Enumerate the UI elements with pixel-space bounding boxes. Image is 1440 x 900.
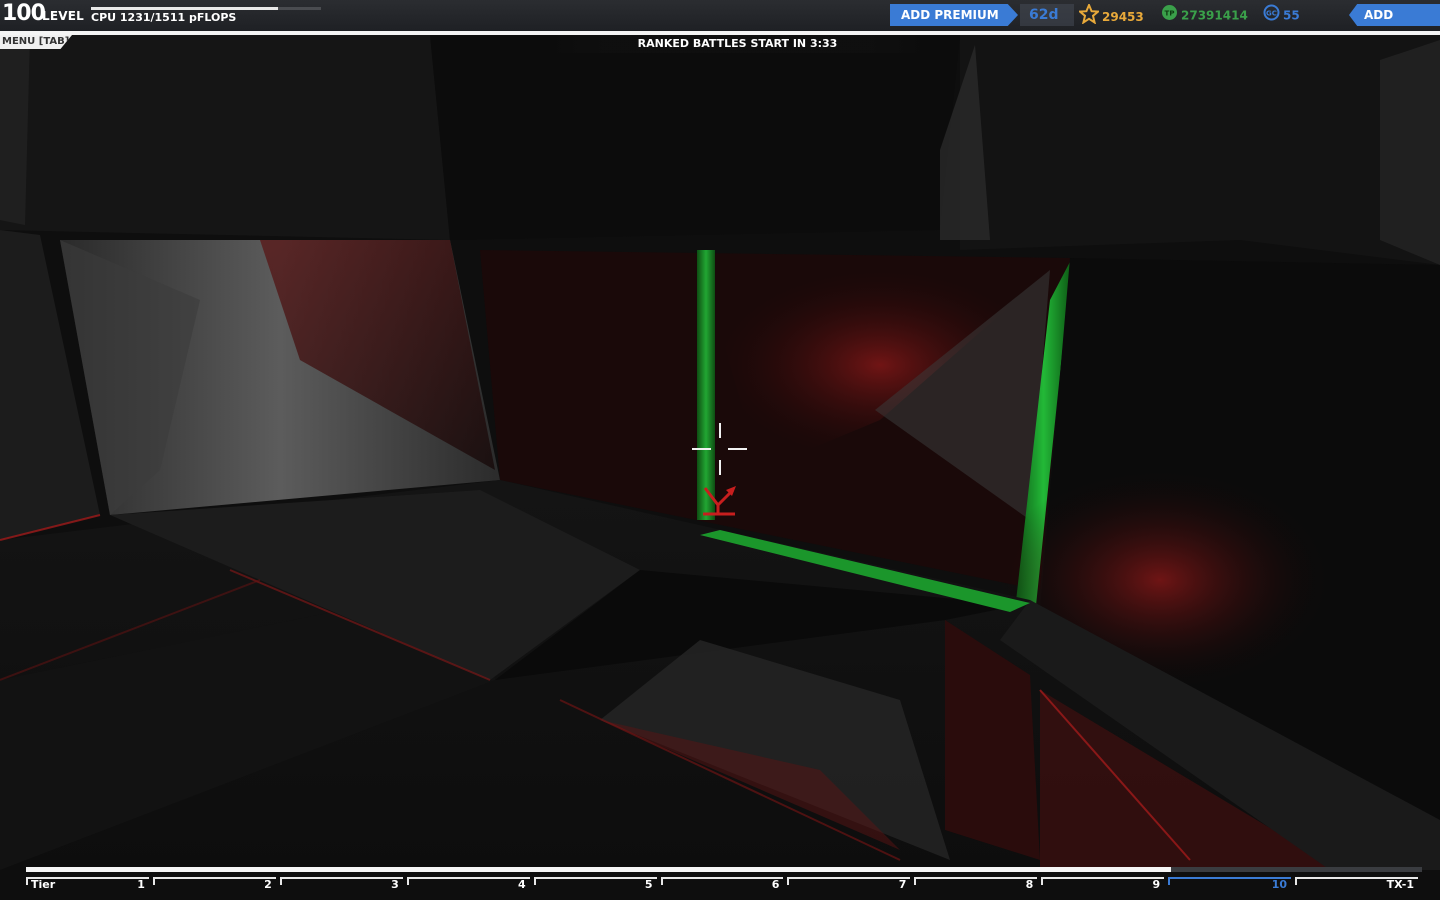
tier-number: 9 [1152, 878, 1161, 891]
galaxy-coins-icon: GC [1263, 4, 1280, 28]
crosshair-left [692, 448, 711, 450]
tier-bracket [152, 877, 276, 885]
tier-bracket [787, 877, 911, 885]
tier-segment-1: Tier 1 [26, 877, 149, 891]
galaxy-coins-balance: GC 55 [1263, 4, 1300, 26]
tier-number: 4 [517, 878, 526, 891]
crosshair [692, 423, 748, 475]
tier-segment-5: 5 [533, 877, 657, 891]
direction-marker-icon [703, 486, 736, 516]
player-level-number: 100 [2, 1, 46, 26]
cpu-readout: CPU 1231/1511 pFLOPS [91, 11, 237, 24]
svg-text:TP: TP [1165, 10, 1175, 18]
tier-segment-7: 7 [787, 877, 911, 891]
cpu-progress-fill [91, 7, 279, 10]
tier-segment-3: 3 [279, 877, 403, 891]
tier-bracket [1041, 877, 1165, 885]
ranked-battles-banner: RANKED BATTLES START IN 3:33 [545, 35, 930, 53]
add-funds-button[interactable]: ADD FUNDS [1349, 4, 1440, 26]
crosshair-bottom [719, 460, 721, 475]
tier-segment-10: 10 [1168, 877, 1292, 891]
top-bar: 100 LEVEL CPU 1231/1511 pFLOPS ADD PREMI… [0, 0, 1440, 32]
tier-number: 7 [898, 878, 907, 891]
cpu-progress-bar [91, 7, 321, 10]
tier-bracket [279, 877, 403, 885]
tier-segment-9: 9 [1041, 877, 1165, 891]
robits-value: 29453 [1102, 10, 1144, 24]
add-premium-button[interactable]: ADD PREMIUM [890, 4, 1018, 26]
tier-number: 6 [771, 878, 780, 891]
tier-segment-2: 2 [152, 877, 276, 891]
galaxy-coins-value: 55 [1283, 8, 1300, 23]
robits-icon [1077, 2, 1101, 31]
tier-number: 3 [391, 878, 399, 891]
tier-number: 2 [264, 878, 272, 891]
player-level-label: LEVEL [42, 9, 84, 23]
tier-segment-4: 4 [406, 877, 530, 891]
tier-bracket [660, 877, 784, 885]
premium-days-remaining: 62d [1020, 4, 1074, 26]
crosshair-top [719, 423, 721, 438]
tier-progress-bar: Tier 1 2 3 4 5 6 7 8 9 10 TX-1 [26, 867, 1422, 900]
tier-label: Tier [31, 878, 56, 891]
tier-segment-8: 8 [914, 877, 1038, 891]
tier-number: 8 [1025, 878, 1034, 891]
tier-progress-fill [26, 867, 1171, 872]
svg-text:GC: GC [1266, 10, 1277, 18]
tech-points-balance: TP 27391414 [1161, 4, 1248, 26]
crosshair-right [728, 448, 747, 450]
tier-progress-track [26, 867, 1422, 872]
tech-points-icon: TP [1161, 4, 1178, 28]
tier-bracket [406, 877, 530, 885]
tier-number: 5 [644, 878, 653, 891]
tier-bracket [533, 877, 657, 885]
tier-number: TX-1 [1386, 878, 1414, 891]
tier-segment-6: 6 [660, 877, 784, 891]
tech-points-value: 27391414 [1181, 8, 1248, 23]
tier-bracket [914, 877, 1038, 885]
menu-tab-button[interactable]: MENU [TAB] [0, 35, 72, 49]
tier-number: 10 [1271, 878, 1288, 891]
tier-number: 1 [137, 878, 145, 891]
robits-balance: 29453 [1077, 2, 1144, 26]
tier-segment-tx-1: TX-1 [1295, 877, 1418, 891]
